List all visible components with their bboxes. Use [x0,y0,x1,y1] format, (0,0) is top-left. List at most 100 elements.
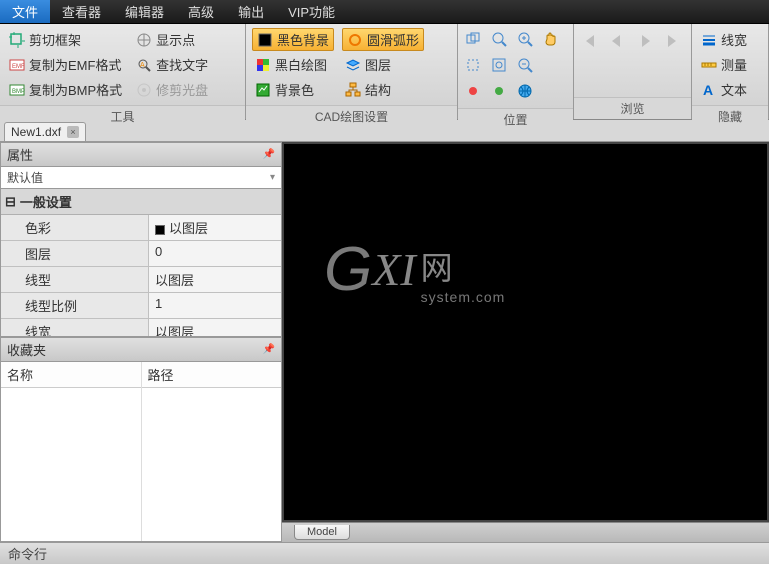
rect-sel-icon[interactable] [462,54,484,76]
ribbon-group-browse: 浏览 [574,24,692,119]
trim-disc-button[interactable]: 修剪光盘 [133,78,211,101]
find-text-label: 查找文字 [156,55,208,74]
workspace: 属性 📌 默认值 ▾ ⊟ 一般设置 色彩 以图层 图层 0 线型 以图层 [0,142,769,542]
default-value-dropdown[interactable]: 默认值 ▾ [0,167,282,189]
prop-val-ltscale[interactable]: 1 [149,293,281,318]
nav-first-icon[interactable] [578,30,600,52]
copy-bmp-button[interactable]: BMP 复制为BMP格式 [6,78,125,101]
black-bg-icon [257,32,273,48]
bg-color-button[interactable]: 背景色 [252,78,334,101]
zoom-lens-icon[interactable] [488,28,510,50]
ribbon-group-position: 位置 [458,24,574,119]
linewidth-label: 线宽 [721,30,747,49]
nav-last-icon[interactable] [662,30,684,52]
pan-hand-icon[interactable] [540,28,562,50]
drawing-canvas[interactable]: GXI 网 system.com [284,144,767,520]
nav-prev-icon[interactable] [606,30,628,52]
linewidth-icon [701,32,717,48]
smooth-arc-button[interactable]: 圆滑弧形 [342,28,424,51]
canvas-container: GXI 网 system.com Model [282,142,769,542]
svg-text:BMP: BMP [12,89,25,95]
general-section-header[interactable]: ⊟ 一般设置 [1,189,281,215]
document-tab-label: New1.dxf [11,125,61,139]
prop-val-linetype[interactable]: 以图层 [149,267,281,292]
prop-row-linetype[interactable]: 线型 以图层 [1,267,281,293]
ribbon-group-hide-label: 隐藏 [692,105,768,127]
struct-icon [345,82,361,98]
document-tab[interactable]: New1.dxf × [4,122,86,141]
smooth-arc-label: 圆滑弧形 [367,30,419,49]
marker-a-icon[interactable] [462,80,484,102]
close-tab-icon[interactable]: × [67,126,79,138]
favorites-col-path-header[interactable]: 路径 [142,362,282,388]
show-points-button[interactable]: 显示点 [133,28,211,51]
prop-val-lineweight[interactable]: 以图层 [149,319,281,337]
copy-rect-icon[interactable] [462,28,484,50]
measure-button[interactable]: 测量 [698,53,750,76]
text-button[interactable]: A 文本 [698,78,750,101]
menu-output[interactable]: 输出 [226,0,276,23]
find-text-button[interactable]: A 查找文字 [133,53,211,76]
globe-icon[interactable] [514,80,536,102]
zoom-out-icon[interactable] [514,54,536,76]
prop-key-layer: 图层 [1,241,149,266]
pin-icon-2[interactable]: 📌 [263,344,275,355]
favorites-col-name-header[interactable]: 名称 [1,362,141,388]
favorites-panel-header[interactable]: 收藏夹 📌 [0,337,282,362]
menu-bar: 文件 查看器 编辑器 高级 输出 VIP功能 [0,0,769,24]
copy-emf-button[interactable]: EMF 复制为EMF格式 [6,53,125,76]
collapse-icon: ⊟ [5,194,16,210]
prop-val-color[interactable]: 以图层 [149,215,281,240]
copy-emf-label: 复制为EMF格式 [29,55,121,74]
disc-icon [136,82,152,98]
general-section-label: 一般设置 [20,192,72,211]
prop-row-layer[interactable]: 图层 0 [1,241,281,267]
watermark: GXI 网 system.com [324,234,505,305]
menu-vip[interactable]: VIP功能 [276,0,347,23]
black-bg-button[interactable]: 黑色背景 [252,28,334,51]
prop-row-lineweight[interactable]: 线宽 以图层 [1,319,281,337]
linewidth-button[interactable]: 线宽 [698,28,750,51]
bmp-icon: BMP [9,82,25,98]
menu-file[interactable]: 文件 [0,0,50,23]
copy-bmp-label: 复制为BMP格式 [29,80,122,99]
crop-frame-button[interactable]: 剪切框架 [6,28,125,51]
bg-color-label: 背景色 [275,80,314,99]
properties-grid: ⊟ 一般设置 色彩 以图层 图层 0 线型 以图层 线型比例 1 线宽 以图层 [0,189,282,337]
menu-viewer[interactable]: 查看器 [50,0,113,23]
prop-val-layer[interactable]: 0 [149,241,281,266]
marker-b-icon[interactable] [488,80,510,102]
emf-icon: EMF [9,57,25,73]
menu-editor[interactable]: 编辑器 [113,0,176,23]
zoom-fit-icon[interactable] [488,54,510,76]
prop-key-color: 色彩 [1,215,149,240]
bw-icon [255,57,271,73]
crop-frame-label: 剪切框架 [29,30,81,49]
properties-title: 属性 [7,145,33,164]
properties-panel-header[interactable]: 属性 📌 [0,142,282,167]
prop-row-ltscale[interactable]: 线型比例 1 [1,293,281,319]
nav-next-icon[interactable] [634,30,656,52]
ribbon-group-tools: 剪切框架 EMF 复制为EMF格式 BMP 复制为BMP格式 显示点 A [0,24,246,119]
struct-label: 结构 [365,80,391,99]
text-label: 文本 [721,80,747,99]
pin-icon[interactable]: 📌 [263,149,275,160]
bw-draw-label: 黑白绘图 [275,55,327,74]
trim-disc-label: 修剪光盘 [156,80,208,99]
prop-row-color[interactable]: 色彩 以图层 [1,215,281,241]
prop-key-lineweight: 线宽 [1,319,149,337]
favorites-body: 名称 路径 [0,362,282,542]
text-a-icon: A [701,82,717,98]
measure-icon [701,57,717,73]
menu-advanced[interactable]: 高级 [176,0,226,23]
zoom-in-icon[interactable] [514,28,536,50]
bw-draw-button[interactable]: 黑白绘图 [252,53,334,76]
ribbon-group-cad: 黑色背景 黑白绘图 背景色 圆滑弧形 图层 [246,24,458,119]
arc-icon [347,32,363,48]
struct-button[interactable]: 结构 [342,78,424,101]
layers-button[interactable]: 图层 [342,53,424,76]
favorites-title: 收藏夹 [7,340,46,359]
model-tab[interactable]: Model [294,525,350,540]
points-icon [136,32,152,48]
command-line[interactable]: 命令行 [0,542,769,564]
